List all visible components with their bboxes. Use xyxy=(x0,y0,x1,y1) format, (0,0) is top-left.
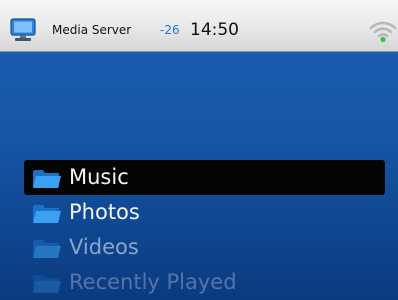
folder-icon xyxy=(33,274,61,293)
signal-strength: -26 xyxy=(160,23,180,37)
clock: 14:50 xyxy=(190,20,239,40)
folder-icon xyxy=(33,239,61,258)
media-menu: Music Photos Videos Recently Played xyxy=(24,160,385,300)
monitor-icon xyxy=(10,18,36,41)
status-bar: Media Server -26 14:50 xyxy=(0,0,398,52)
menu-item-photos[interactable]: Photos xyxy=(24,195,385,230)
folder-icon xyxy=(33,204,61,223)
menu-item-videos[interactable]: Videos xyxy=(24,230,385,265)
menu-item-label: Music xyxy=(69,165,129,189)
media-server-screen: Media Server -26 14:50 Music Photos Vide… xyxy=(0,0,398,300)
menu-item-music[interactable]: Music xyxy=(24,160,385,195)
menu-item-recently-played[interactable]: Recently Played xyxy=(24,265,385,300)
menu-item-label: Recently Played xyxy=(69,270,237,294)
wifi-icon xyxy=(369,21,397,43)
app-title: Media Server xyxy=(52,23,132,37)
menu-item-label: Photos xyxy=(69,200,140,224)
folder-icon xyxy=(33,169,61,188)
menu-item-label: Videos xyxy=(69,235,139,259)
